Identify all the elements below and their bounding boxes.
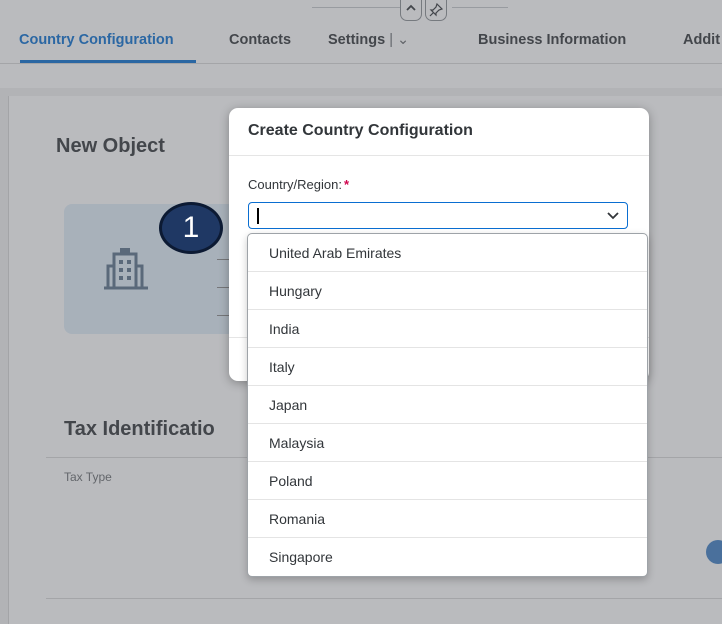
dropdown-option-japan[interactable]: Japan: [248, 386, 647, 424]
country-region-label: Country/Region: *: [248, 177, 349, 192]
country-region-input[interactable]: [255, 206, 585, 225]
dropdown-option-united-arab-emirates[interactable]: United Arab Emirates: [248, 234, 647, 272]
dropdown-option-india[interactable]: India: [248, 310, 647, 348]
dropdown-option-romania[interactable]: Romania: [248, 500, 647, 538]
step-callout-badge: 1: [159, 202, 223, 254]
chevron-down-icon[interactable]: [607, 211, 619, 220]
dialog-header: Create Country Configuration: [229, 108, 649, 156]
dropdown-option-poland[interactable]: Poland: [248, 462, 647, 500]
text-cursor: [257, 208, 259, 224]
dropdown-option-italy[interactable]: Italy: [248, 348, 647, 386]
dialog-title: Create Country Configuration: [248, 122, 473, 139]
country-region-dropdown-list: United Arab Emirates Hungary India Italy…: [247, 233, 648, 577]
required-indicator: *: [343, 177, 350, 192]
country-region-combobox[interactable]: [248, 202, 628, 229]
country-region-label-text: Country/Region:: [248, 177, 342, 192]
dropdown-option-hungary[interactable]: Hungary: [248, 272, 647, 310]
dropdown-option-malaysia[interactable]: Malaysia: [248, 424, 647, 462]
dropdown-option-singapore[interactable]: Singapore: [248, 538, 647, 576]
